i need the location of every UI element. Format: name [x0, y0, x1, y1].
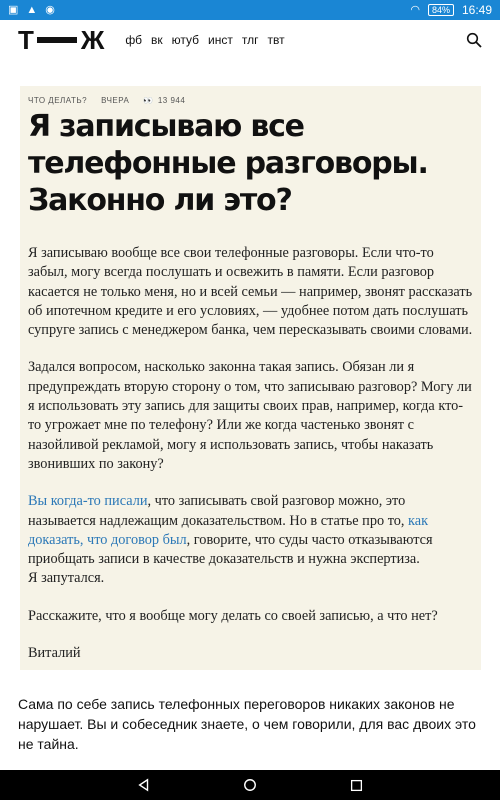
paragraph-3-text-3: Я запутался.: [28, 570, 105, 587]
question-signature: Виталий: [28, 645, 81, 662]
category-label[interactable]: ЧТО ДЕЛАТЬ?: [28, 96, 87, 105]
back-icon[interactable]: [136, 777, 152, 793]
question-card: ЧТО ДЕЛАТЬ? ВЧЕРА 👀 13 944 Я записываю в…: [20, 86, 481, 670]
warning-icon: ▲: [26, 3, 38, 16]
article-meta: ЧТО ДЕЛАТЬ? ВЧЕРА 👀 13 944: [28, 96, 185, 105]
social-links: фб вк ютуб инст тлг твт: [125, 33, 284, 47]
views-counter: 👀 13 944: [143, 96, 185, 105]
android-icon: ◉: [45, 3, 55, 16]
link-you-wrote[interactable]: Вы когда-то писали: [28, 493, 147, 509]
image-icon: ▣: [8, 3, 19, 16]
social-link-vk[interactable]: вк: [151, 33, 163, 47]
eye-icon: 👀: [143, 96, 154, 105]
site-logo[interactable]: Т Ж: [18, 24, 104, 56]
clock: 16:49: [461, 3, 492, 17]
battery-indicator: 84%: [427, 4, 454, 16]
social-link-youtube[interactable]: ютуб: [172, 33, 199, 47]
social-link-twitter[interactable]: твт: [267, 33, 284, 47]
question-paragraph-3: Вы когда-то писали, что записывать свой …: [28, 492, 473, 588]
search-icon[interactable]: [466, 32, 482, 48]
logo-letter-right: Ж: [80, 24, 104, 55]
answer-paragraph: Сама по себе запись телефонных переговор…: [18, 696, 476, 752]
article-title: Я записываю все телефонные разговоры. За…: [28, 109, 429, 218]
question-paragraph-4: Расскажите, что я вообще могу делать со …: [28, 607, 438, 624]
status-bar: ▣ ▲ ◉ ◠ 84% 16:49: [0, 0, 500, 20]
logo-letter-left: Т: [18, 24, 34, 55]
social-link-fb[interactable]: фб: [125, 33, 142, 47]
date-label: ВЧЕРА: [101, 96, 130, 105]
social-link-telegram[interactable]: тлг: [242, 33, 259, 47]
home-icon[interactable]: [242, 777, 258, 793]
question-paragraph-2: Задался вопросом, насколько законна така…: [28, 359, 472, 472]
logo-dash: [36, 37, 77, 43]
question-paragraph-1: Я записываю вообще все свои телефонные р…: [28, 245, 473, 339]
wifi-icon: ◠: [410, 3, 420, 16]
views-count: 13 944: [157, 96, 186, 105]
site-header: Т Ж фб вк ютуб инст тлг твт: [0, 20, 500, 60]
system-nav-bar: [0, 770, 500, 800]
social-link-instagram[interactable]: инст: [208, 33, 233, 47]
question-text: Я записываю вообще все свои телефонные р…: [28, 244, 473, 681]
recents-icon[interactable]: [348, 777, 364, 793]
